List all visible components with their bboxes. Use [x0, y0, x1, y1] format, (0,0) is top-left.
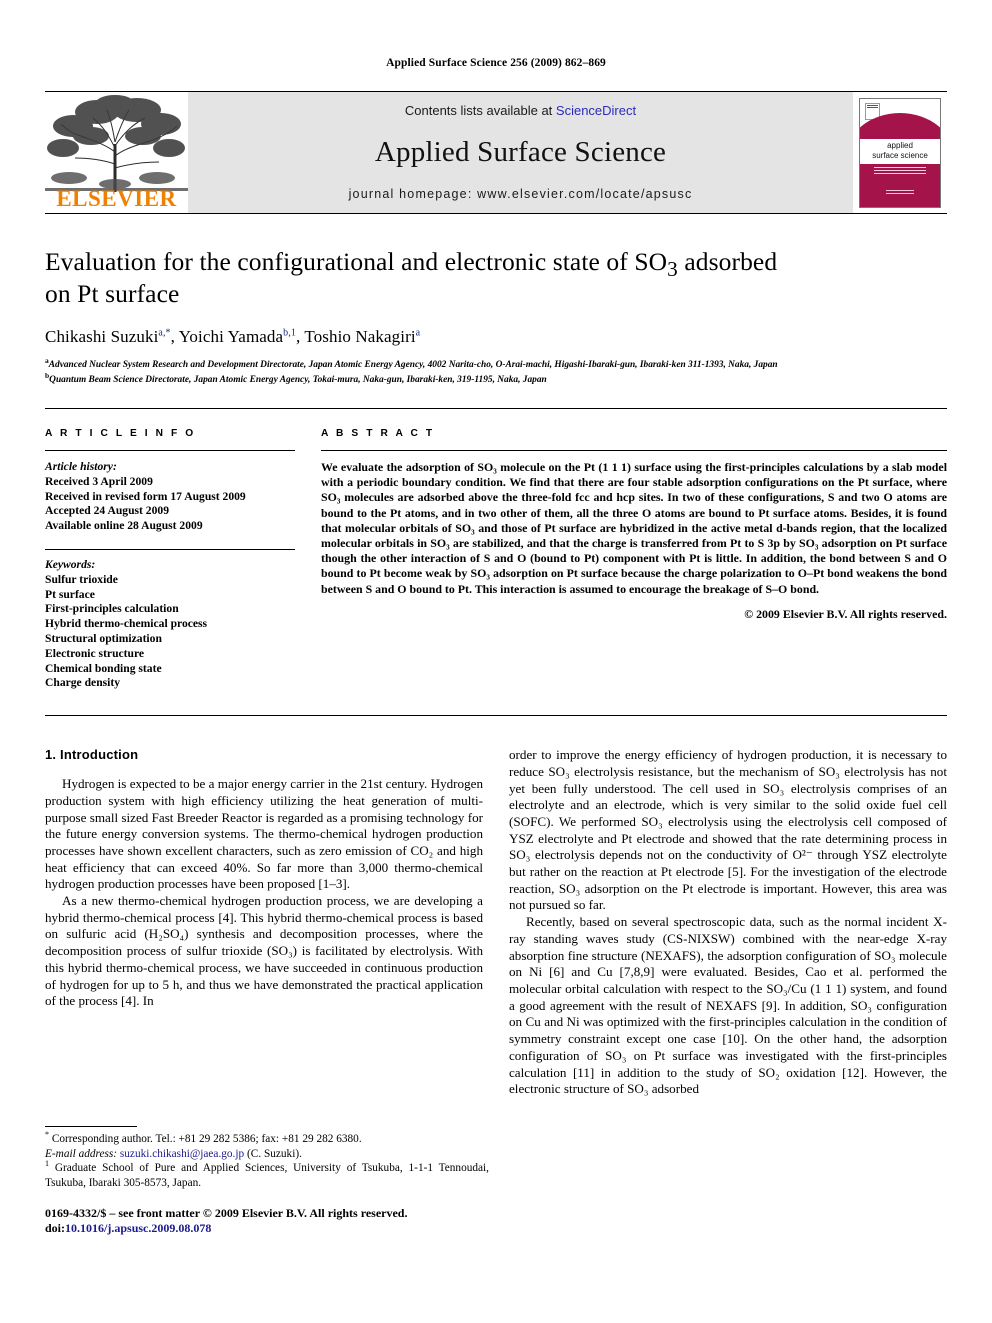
cover-title-line1: applied: [887, 140, 913, 150]
doi-line: doi:10.1016/j.apsusc.2009.08.078: [45, 1221, 515, 1236]
keyword-item: First-principles calculation: [45, 602, 179, 616]
title-line1-head: Evaluation for the configurational and e…: [45, 247, 668, 276]
article-history: Article history: Received 3 April 2009 R…: [45, 460, 295, 534]
footnote-rule: [45, 1126, 137, 1127]
history-item: Received in revised form 17 August 2009: [45, 489, 246, 503]
author-marks: b,1: [283, 327, 296, 339]
affiliation-list: aAdvanced Nuclear System Research and De…: [45, 357, 947, 388]
title-line2: on Pt surface: [45, 279, 180, 308]
history-item: Available online 28 August 2009: [45, 519, 203, 533]
affiliation-text: Advanced Nuclear System Research and Dev…: [48, 360, 778, 370]
body-column-left: 1. Introduction Hydrogen is expected to …: [45, 747, 483, 1098]
affiliation-text: Quantum Beam Science Directorate, Japan …: [49, 374, 547, 385]
body-columns: 1. Introduction Hydrogen is expected to …: [45, 716, 947, 1098]
contents-prefix: Contents lists available at: [404, 103, 556, 118]
abstract-heading: A B S T R A C T: [321, 428, 435, 439]
affiliation-item: aAdvanced Nuclear System Research and De…: [45, 357, 947, 373]
email-owner: (C. Suzuki).: [247, 1147, 302, 1160]
journal-band: Contents lists available at ScienceDirec…: [188, 92, 853, 213]
sciencedirect-link[interactable]: ScienceDirect: [556, 103, 636, 118]
journal-masthead: ELSEVIER Contents lists available at Sci…: [45, 91, 947, 214]
corresponding-author-text: Corresponding author. Tel.: +81 29 282 5…: [51, 1133, 362, 1145]
journal-cover-thumbnail: applied surface science: [853, 92, 947, 213]
author-name[interactable]: Yoichi Yamada: [179, 327, 283, 346]
history-item: Received 3 April 2009: [45, 474, 153, 488]
keyword-item: Sulfur trioxide: [45, 572, 118, 586]
abstract-text: We evaluate the adsorption of SO₃ molecu…: [321, 460, 947, 596]
affiliation-item: bQuantum Beam Science Directorate, Japan…: [45, 371, 947, 388]
journal-title: Applied Surface Science: [374, 136, 667, 168]
author-marks: a,*: [158, 327, 171, 339]
doi-link[interactable]: 10.1016/j.apsusc.2009.08.078: [65, 1221, 211, 1235]
abstract-rule: [321, 450, 947, 451]
abstract-copyright: © 2009 Elsevier B.V. All rights reserved…: [744, 606, 947, 621]
paragraph: order to improve the energy efficiency o…: [509, 747, 947, 913]
footnote-1-text: Graduate School of Pure and Applied Scie…: [45, 1162, 490, 1189]
cover-text-block-2: [886, 189, 914, 196]
email-label: E-mail address:: [45, 1147, 118, 1160]
cover-title-label: applied surface science: [860, 138, 940, 164]
doi-label: doi:: [45, 1221, 66, 1235]
title-subscript: 3: [667, 257, 678, 282]
footnote-corresponding-author: * Corresponding author. Tel.: +81 29 282…: [45, 1130, 489, 1161]
keyword-item: Hybrid thermo-chemical process: [45, 617, 208, 631]
keywords-rule: [45, 548, 295, 550]
elsevier-logo: ELSEVIER: [45, 92, 188, 213]
asterisk-icon: *: [45, 1130, 49, 1140]
email-link[interactable]: suzuki.chikashi@jaea.go.jp: [120, 1148, 244, 1160]
elsevier-tree-icon: [45, 95, 188, 192]
introduction-right-text: order to improve the energy efficiency o…: [509, 747, 947, 1098]
elsevier-wordmark: ELSEVIER: [56, 186, 177, 211]
article-page: Applied Surface Science 256 (2009) 862–8…: [0, 0, 992, 1323]
article-info-column: A R T I C L E I N F O Article history: R…: [45, 428, 295, 691]
footnotes: * Corresponding author. Tel.: +81 29 282…: [45, 1126, 489, 1190]
info-abstract-row: A R T I C L E I N F O Article history: R…: [45, 409, 947, 691]
keywords-block: Keywords: Sulfur trioxide Pt surface Fir…: [45, 558, 295, 691]
author-marks: a: [415, 327, 421, 339]
section-heading-introduction: 1. Introduction: [45, 747, 139, 763]
cover-title-line2: surface science: [872, 150, 928, 160]
imprint-block: 0169-4332/$ – see front matter © 2009 El…: [45, 1206, 515, 1236]
issn-frontmatter-line: 0169-4332/$ – see front matter © 2009 El…: [45, 1206, 408, 1220]
cover-text-block-1: [874, 166, 926, 174]
paragraph: As a new thermo-chemical hydrogen produc…: [45, 893, 483, 1009]
page-title: Evaluation for the configurational and e…: [45, 246, 947, 310]
contents-available-line: Contents lists available at ScienceDirec…: [405, 103, 636, 118]
keyword-item: Pt surface: [45, 587, 95, 601]
author-name[interactable]: Toshio Nakagiri: [304, 327, 415, 346]
cover-image: applied surface science: [859, 97, 941, 208]
keyword-item: Electronic structure: [45, 646, 145, 660]
keywords-label: Keywords:: [45, 557, 96, 571]
introduction-left-text: Hydrogen is expected to be a major energ…: [45, 776, 483, 1010]
keyword-item: Chemical bonding state: [45, 661, 162, 675]
article-history-label: Article history:: [45, 460, 117, 473]
title-line1-tail: adsorbed: [677, 247, 778, 276]
footnote-note-1: 1 Graduate School of Pure and Applied Sc…: [45, 1159, 490, 1190]
author-name[interactable]: Chikashi Suzuki: [45, 327, 158, 346]
keyword-item: Structural optimization: [45, 631, 162, 645]
paragraph: Hydrogen is expected to be a major energ…: [45, 776, 483, 892]
article-info-rule: [45, 450, 295, 451]
running-head: Applied Surface Science 256 (2009) 862–8…: [386, 57, 606, 69]
title-block: Evaluation for the configurational and e…: [45, 214, 947, 387]
body-column-right: order to improve the energy efficiency o…: [509, 747, 947, 1098]
history-item: Accepted 24 August 2009: [45, 504, 169, 518]
author-list: Chikashi Suzukia,*, Yoichi Yamadab,1, To…: [45, 327, 421, 346]
footnote-marker-1: 1: [45, 1159, 49, 1169]
journal-homepage[interactable]: journal homepage: www.elsevier.com/locat…: [349, 187, 693, 201]
paragraph: Recently, based on several spectroscopic…: [509, 914, 947, 1097]
abstract-column: A B S T R A C T We evaluate the adsorpti…: [321, 428, 947, 691]
keyword-item: Charge density: [45, 676, 121, 690]
article-info-heading: A R T I C L E I N F O: [45, 428, 196, 439]
